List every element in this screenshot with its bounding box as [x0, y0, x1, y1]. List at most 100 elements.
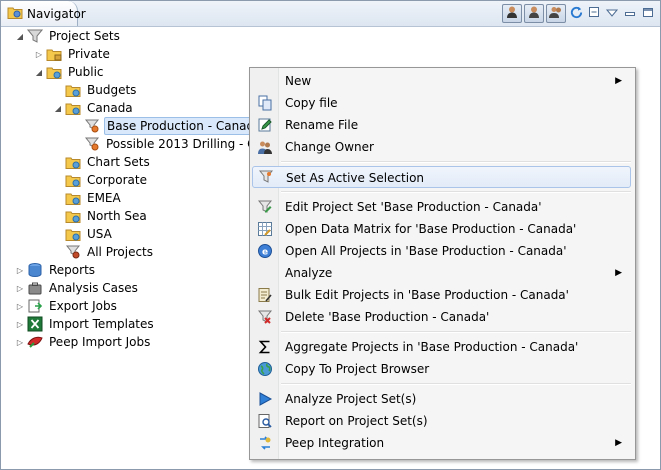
tree-item-canada[interactable]: ◢ Canada [53, 99, 135, 117]
submenu-arrow-icon: ▶ [615, 438, 622, 448]
peep-icon [27, 334, 43, 350]
tree-item-label: Public [68, 65, 104, 79]
tree-item-label: Base Production - Canada [104, 117, 265, 135]
tree-item-north-sea[interactable]: North Sea [53, 207, 149, 225]
tree-item-peep-import-jobs[interactable]: ▷ Peep Import Jobs [15, 333, 152, 351]
navigator-view: Navigator ◢ Project Sets ▷ Private ◢ Pub… [0, 0, 661, 470]
user-filter-button[interactable] [502, 4, 522, 23]
tree-item-label: USA [87, 227, 112, 241]
menu-item-change-owner[interactable]: Change Owner [252, 136, 631, 158]
public-folder-icon [65, 190, 81, 206]
project-set-icon [84, 136, 100, 152]
expanded-triangle-icon[interactable]: ◢ [34, 63, 44, 81]
all-projects-icon [65, 244, 81, 260]
user-button[interactable] [524, 4, 544, 23]
peep-integration-icon [255, 432, 275, 454]
menu-item-label: Copy file [285, 96, 338, 110]
maximize-button[interactable] [640, 4, 656, 23]
public-folder-icon [46, 64, 62, 80]
tree-item-label: All Projects [87, 245, 153, 259]
menu-separator [281, 161, 631, 163]
submenu-arrow-icon: ▶ [615, 76, 622, 86]
collapsed-triangle-icon[interactable]: ▷ [15, 261, 25, 279]
menu-item-bulk-edit[interactable]: Bulk Edit Projects in 'Base Production -… [252, 284, 631, 306]
menu-item-copy-to-project-browser[interactable]: Copy To Project Browser [252, 358, 631, 380]
data-matrix-icon [255, 218, 275, 240]
tree-item-label: Project Sets [49, 29, 120, 43]
menu-item-label: Analyze [285, 266, 333, 280]
user-filter-icon [505, 5, 519, 22]
edit-project-set-icon [255, 196, 275, 218]
menu-item-set-active-selection[interactable]: Set As Active Selection [252, 166, 631, 188]
collapsed-triangle-icon[interactable]: ▷ [15, 333, 25, 351]
tree-item-chart-sets[interactable]: Chart Sets [53, 153, 152, 171]
tree-item-label: Reports [49, 263, 96, 277]
users-icon [549, 5, 563, 22]
menu-item-label: Analyze Project Set(s) [285, 392, 417, 406]
tree-item-label: EMEA [87, 191, 121, 205]
expanded-triangle-icon[interactable]: ◢ [53, 99, 63, 117]
tree-item-private[interactable]: ▷ Private [34, 45, 112, 63]
menu-item-edit-project-set[interactable]: Edit Project Set 'Base Production - Cana… [252, 196, 631, 218]
play-icon [255, 388, 275, 410]
tree-item-corporate[interactable]: Corporate [53, 171, 149, 189]
tree-item-public[interactable]: ◢ Public [34, 63, 106, 81]
collapse-all-button[interactable] [586, 4, 602, 23]
menu-item-label: Peep Integration [285, 436, 385, 450]
refresh-button[interactable] [568, 4, 584, 23]
menu-item-aggregate-projects[interactable]: Aggregate Projects in 'Base Production -… [252, 336, 631, 358]
menu-separator [281, 331, 631, 333]
view-menu-icon [605, 7, 619, 21]
menu-item-label: Open All Projects in 'Base Production - … [285, 244, 567, 258]
menu-item-label: Open Data Matrix for 'Base Production - … [285, 222, 577, 236]
navigator-folder-icon [7, 4, 23, 23]
collapsed-triangle-icon[interactable]: ▷ [15, 279, 25, 297]
tree-item-reports[interactable]: ▷ Reports [15, 261, 97, 279]
menu-item-rename-file[interactable]: Rename File [252, 114, 631, 136]
menu-item-label: Rename File [285, 118, 359, 132]
tree-item-export-jobs[interactable]: ▷ Export Jobs [15, 297, 119, 315]
collapsed-triangle-icon[interactable]: ▷ [34, 45, 44, 63]
tree-item-budgets[interactable]: Budgets [53, 81, 138, 99]
tree-item-label: Canada [87, 101, 133, 115]
menu-item-new[interactable]: New ▶ [252, 70, 631, 92]
submenu-arrow-icon: ▶ [615, 268, 622, 278]
tree-item-label: Chart Sets [87, 155, 150, 169]
menu-item-label: Aggregate Projects in 'Base Production -… [285, 340, 579, 354]
collapse-all-icon [587, 5, 601, 22]
menu-item-label: New [285, 74, 312, 88]
tab-navigator[interactable]: Navigator [1, 1, 86, 26]
expanded-triangle-icon[interactable]: ◢ [15, 27, 25, 45]
tree-item-project-sets[interactable]: ◢ Project Sets [15, 27, 122, 45]
tree-item-base-production-canada[interactable]: Base Production - Canada [72, 117, 265, 135]
tree-item-all-projects[interactable]: All Projects [53, 243, 155, 261]
menu-item-open-all-projects[interactable]: e Open All Projects in 'Base Production … [252, 240, 631, 262]
minimize-button[interactable] [622, 4, 638, 23]
menu-item-report-on-project-sets[interactable]: Report on Project Set(s) [252, 410, 631, 432]
menu-item-analyze-project-sets[interactable]: Analyze Project Set(s) [252, 388, 631, 410]
context-menu: New ▶ Copy file Rename File Change Owner… [249, 67, 636, 460]
menu-item-analyze[interactable]: Analyze ▶ [252, 262, 631, 284]
menu-item-copy-file[interactable]: Copy file [252, 92, 631, 114]
collapsed-triangle-icon[interactable]: ▷ [15, 315, 25, 333]
excel-icon [27, 316, 43, 332]
menu-item-delete[interactable]: Delete 'Base Production - Canada' [252, 306, 631, 328]
view-menu-button[interactable] [604, 4, 620, 23]
menu-item-peep-integration[interactable]: Peep Integration ▶ [252, 432, 631, 454]
tree-item-label: Export Jobs [49, 299, 117, 313]
tree-item-analysis-cases[interactable]: ▷ Analysis Cases [15, 279, 140, 297]
collapsed-triangle-icon[interactable]: ▷ [15, 297, 25, 315]
tree-item-emea[interactable]: EMEA [53, 189, 123, 207]
tree-item-label: Import Templates [49, 317, 154, 331]
report-icon [255, 410, 275, 432]
refresh-icon [569, 5, 584, 23]
tree-item-label: North Sea [87, 209, 147, 223]
funnel-icon [256, 166, 276, 188]
tree-item-usa[interactable]: USA [53, 225, 114, 243]
menu-item-open-data-matrix[interactable]: Open Data Matrix for 'Base Production - … [252, 218, 631, 240]
users-button[interactable] [546, 4, 566, 23]
menu-item-label: Bulk Edit Projects in 'Base Production -… [285, 288, 569, 302]
public-folder-icon [65, 82, 81, 98]
analysis-cases-icon [27, 280, 43, 296]
tree-item-import-templates[interactable]: ▷ Import Templates [15, 315, 156, 333]
